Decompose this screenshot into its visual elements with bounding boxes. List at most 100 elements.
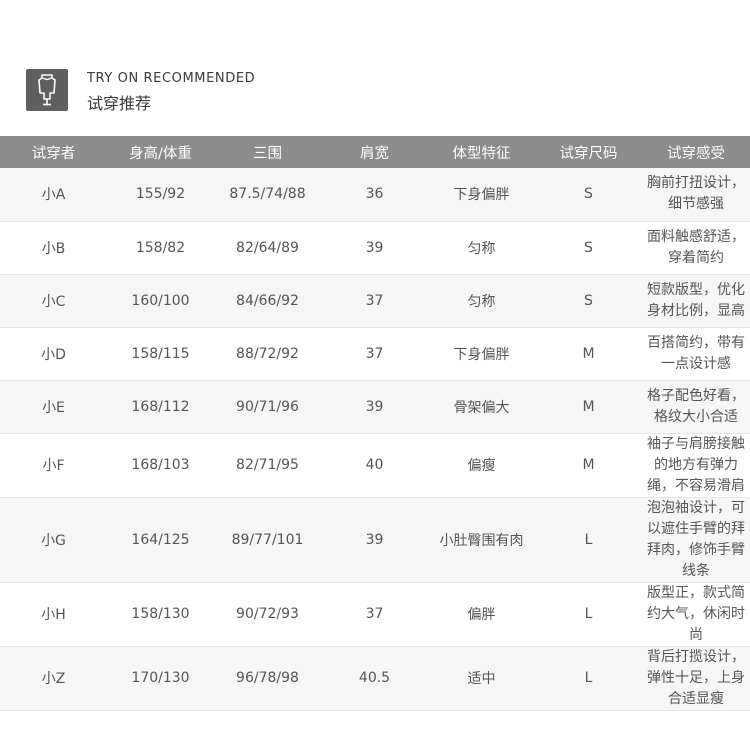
cell-body-type: 偏胖 <box>428 582 535 647</box>
cell-height-weight: 158/82 <box>107 221 214 275</box>
feeling-line: 线条 <box>682 562 710 579</box>
cell-measurements: 82/64/89 <box>214 221 321 275</box>
feeling-line: 一点设计感 <box>661 355 731 372</box>
cell-shoulder: 37 <box>321 274 428 328</box>
feeling-line: 弹性十足，上身 <box>647 669 745 686</box>
feeling-line: 短款版型，优化 <box>647 281 745 298</box>
cell-size: S <box>535 221 642 275</box>
cell-feeling: 百搭简约，带有 一点设计感 <box>642 327 750 381</box>
cell-height-weight: 168/112 <box>107 380 214 434</box>
cell-height-weight: 164/125 <box>107 497 214 583</box>
cell-height-weight: 158/130 <box>107 582 214 647</box>
cell-name: 小Z <box>0 646 107 711</box>
column-header: 体型特征 <box>452 145 511 162</box>
cell-measurements: 82/71/95 <box>214 433 321 498</box>
cell-body-type: 偏瘦 <box>428 433 535 498</box>
cell-size: L <box>535 582 642 647</box>
cell-name: 小E <box>0 380 107 434</box>
feeling-line: 穿着简约 <box>668 249 724 266</box>
cell-name: 小C <box>0 274 107 328</box>
cell-feeling: 胸前打扭设计， 细节感强 <box>642 168 750 222</box>
feeling-line: 面料触感舒适， <box>647 228 745 245</box>
cell-feeling: 袖子与肩膀接触 的地方有弹力 绳，不容易滑肩 <box>642 433 750 498</box>
table-row: 小H 158/130 90/72/93 37 偏胖 L 版型正，款式简 约大气，休… <box>0 582 750 647</box>
feeling-line: 格纹大小合适 <box>654 408 738 425</box>
table-row: 小C 160/100 84/66/92 37 匀称 S 短款版型，优化 身材比例，… <box>0 274 750 328</box>
cell-body-type: 骨架偏大 <box>428 380 535 434</box>
table-row: 小G 164/125 89/77/101 39 小肚臀围有肉 L 泡泡袖设计，可… <box>0 497 750 583</box>
feeling-line: 胸前打扭设计， <box>647 175 745 192</box>
cell-feeling: 背后打揽设计， 弹性十足，上身 合适显瘦 <box>642 646 750 711</box>
column-header: 试穿感受 <box>667 145 725 162</box>
header: TRY ON RECOMMENDED 试穿推荐 <box>0 0 750 136</box>
cell-name: 小F <box>0 433 107 498</box>
cell-measurements: 89/77/101 <box>214 497 321 583</box>
feeling-line: 版型正，款式简 <box>647 584 745 601</box>
table-row: 小D 158/115 88/72/92 37 下身偏胖 M 百搭简约，带有 一点设… <box>0 327 750 381</box>
column-header: 身高/体重 <box>129 145 192 162</box>
cell-measurements: 90/71/96 <box>214 380 321 434</box>
cell-shoulder: 39 <box>321 497 428 583</box>
cell-body-type: 下身偏胖 <box>428 327 535 381</box>
cell-size: M <box>535 380 642 434</box>
cell-body-type: 匀称 <box>428 221 535 275</box>
cell-height-weight: 158/115 <box>107 327 214 381</box>
cell-measurements: 90/72/93 <box>214 582 321 647</box>
cell-shoulder: 37 <box>321 327 428 381</box>
cell-shoulder: 39 <box>321 221 428 275</box>
cell-body-type: 匀称 <box>428 274 535 328</box>
feeling-line: 绳，不容易滑肩 <box>647 477 745 494</box>
table-row: 小B 158/82 82/64/89 39 匀称 S 面料触感舒适， 穿着简约 <box>0 221 750 275</box>
cell-body-type: 下身偏胖 <box>428 168 535 222</box>
feeling-line: 背后打揽设计， <box>647 648 745 665</box>
feeling-line: 泡泡袖设计，可 <box>647 499 745 516</box>
cell-measurements: 84/66/92 <box>214 274 321 328</box>
feeling-line: 以遮住手臂的拜 <box>647 520 745 537</box>
cell-body-type: 小肚臀围有肉 <box>428 497 535 583</box>
cell-name: 小B <box>0 221 107 275</box>
feeling-line: 合适显瘦 <box>668 690 724 707</box>
column-header: 试穿者 <box>31 145 76 162</box>
feeling-line: 袖子与肩膀接触 <box>647 435 745 452</box>
feeling-line: 尚 <box>689 626 703 643</box>
cell-height-weight: 155/92 <box>107 168 214 222</box>
cell-body-type: 适中 <box>428 646 535 711</box>
feeling-line: 百搭简约，带有 <box>647 334 745 351</box>
cell-feeling: 版型正，款式简 约大气，休闲时尚 <box>642 582 750 647</box>
cell-shoulder: 39 <box>321 380 428 434</box>
cell-name: 小A <box>0 168 107 222</box>
column-header: 三围 <box>253 145 282 162</box>
title-english: TRY ON RECOMMENDED <box>87 71 256 86</box>
cell-height-weight: 170/130 <box>107 646 214 711</box>
cell-measurements: 96/78/98 <box>214 646 321 711</box>
cell-shoulder: 37 <box>321 582 428 647</box>
table-header-row: 试穿者 身高/体重 三围 肩宽 体型特征 试穿尺码 试穿感受 <box>0 136 750 168</box>
cell-name: 小H <box>0 582 107 647</box>
cell-feeling: 面料触感舒适， 穿着简约 <box>642 221 750 275</box>
cell-size: L <box>535 497 642 583</box>
feeling-line: 约大气，休闲时 <box>647 605 745 622</box>
table-row: 小F 168/103 82/71/95 40 偏瘦 M 袖子与肩膀接触 的地方有弹… <box>0 433 750 498</box>
feeling-line: 身材比例，显高 <box>647 302 745 319</box>
feeling-line: 格子配色好看， <box>647 387 745 404</box>
cell-size: S <box>535 274 642 328</box>
table-row: 小E 168/112 90/71/96 39 骨架偏大 M 格子配色好看， 格纹大… <box>0 380 750 434</box>
cell-name: 小D <box>0 327 107 381</box>
column-header: 试穿尺码 <box>559 145 618 162</box>
cell-measurements: 88/72/92 <box>214 327 321 381</box>
title-chinese: 试穿推荐 <box>87 94 152 113</box>
cell-feeling: 泡泡袖设计，可 以遮住手臂的拜 拜肉，修饰手臂 线条 <box>642 497 750 583</box>
dress-form-icon <box>26 69 68 111</box>
feeling-line: 的地方有弹力 <box>654 456 738 473</box>
cell-shoulder: 36 <box>321 168 428 222</box>
cell-size: M <box>535 433 642 498</box>
feeling-line: 拜肉，修饰手臂 <box>647 541 745 558</box>
cell-measurements: 87.5/74/88 <box>214 168 321 222</box>
cell-shoulder: 40 <box>321 433 428 498</box>
cell-feeling: 短款版型，优化 身材比例，显高 <box>642 274 750 328</box>
cell-size: L <box>535 646 642 711</box>
feeling-line: 细节感强 <box>668 196 724 213</box>
cell-height-weight: 168/103 <box>107 433 214 498</box>
table-row: 小Z 170/130 96/78/98 40.5 适中 L 背后打揽设计， 弹性十… <box>0 646 750 711</box>
cell-height-weight: 160/100 <box>107 274 214 328</box>
